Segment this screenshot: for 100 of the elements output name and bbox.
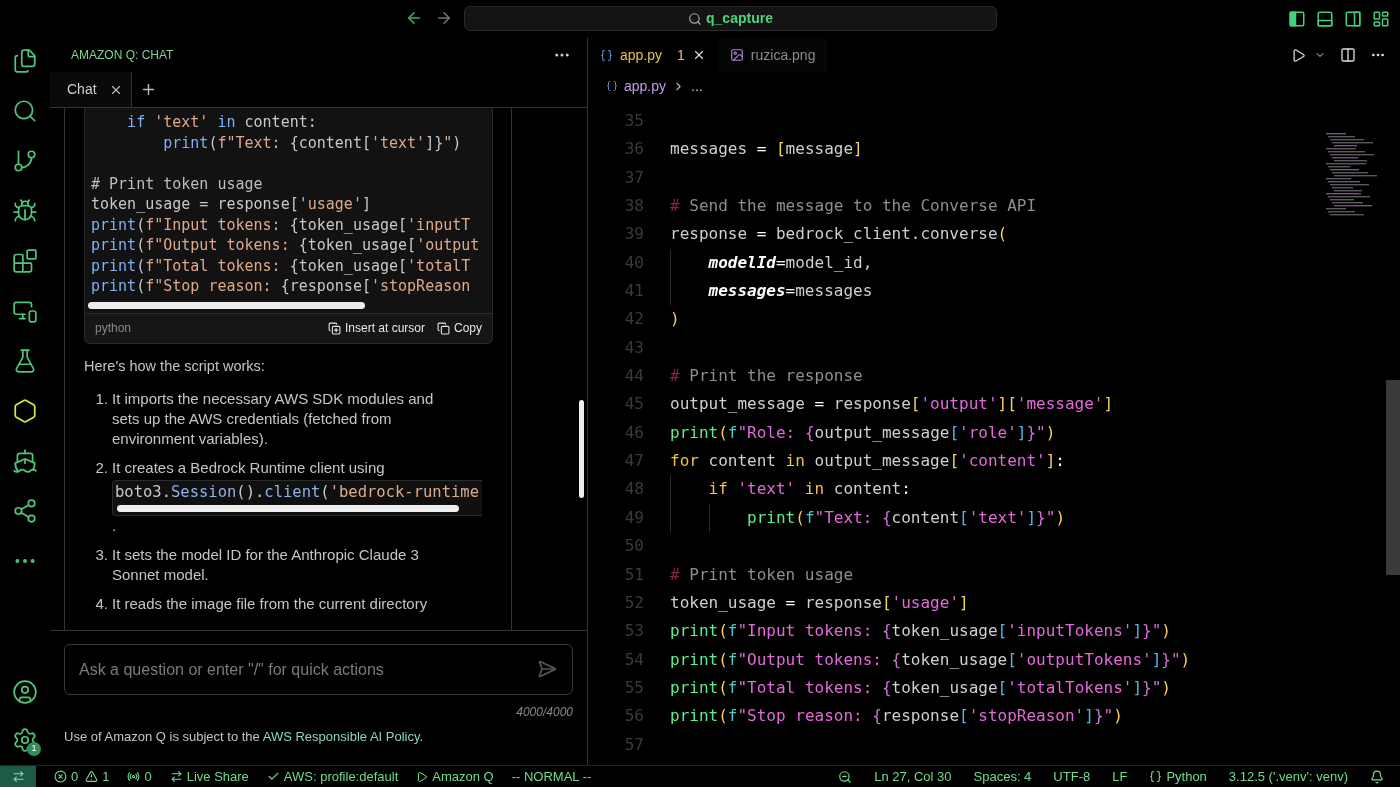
forward-icon[interactable] [435,9,453,27]
error-icon [54,770,67,783]
chat-tab[interactable]: Chat [50,72,132,107]
code-line: print(f"Text: {content['text']}") [162,132,462,153]
line-number: 56 [623,705,644,728]
notification-badge: 1 [27,742,41,756]
error-count: 0 [71,767,79,786]
line-number: 35 [623,110,644,132]
code-line: # Print the response [670,365,863,388]
monitor-icon[interactable] [12,298,38,324]
language-status[interactable]: Python [1149,766,1207,787]
line-number: 55 [623,676,644,699]
branch-icon[interactable] [12,148,38,174]
step-number: 3. [94,545,108,566]
line-number: 46 [623,421,644,444]
code-line: if 'text' in content: [126,112,317,133]
code-line: # Send the message to the Converse API [670,195,1037,218]
status-item[interactable]: 3.12.5 ('.venv': venv) [1228,766,1348,787]
editor-tab[interactable]: ruzica.png [717,38,828,72]
play-icon [416,770,429,783]
step-text: . [112,516,118,537]
step-text: It sets the model ID for the Anthropic Claude 3 Sonnet model. [112,545,420,586]
share-icon[interactable] [12,498,38,524]
blocks-icon[interactable] [12,248,38,274]
settings-icon[interactable] [12,727,38,753]
status-item[interactable]: -- NORMAL -- [511,766,592,787]
code-line: token_usage = response['usage'] [670,591,969,614]
step-text: It imports the necessary AWS SDK modules and sets up the AWS credentials (fetched from environment variables). [112,389,435,450]
code-line: # Print token usage [670,563,854,586]
language-label: python [95,320,132,337]
breadcrumb-item[interactable]: ... [691,75,703,97]
status-item[interactable]: Spaces: 4 [973,766,1032,787]
split-editor-icon[interactable] [1340,47,1356,63]
profile-status[interactable]: AWS: profile:default [266,766,399,787]
chat-text: Here's how the script works: [84,356,266,376]
ship-icon[interactable] [12,448,38,474]
character-counter: 4000/4000 [516,704,573,721]
line-number: 39 [623,223,644,246]
zoom-icon[interactable] [838,769,853,784]
insert-button[interactable]: Insert at cursor [327,319,425,337]
hexagon-icon[interactable] [12,398,38,424]
scrollbar[interactable] [1386,380,1400,575]
arrows-icon [169,770,183,783]
status-label: 0 [144,767,152,786]
account-icon[interactable] [12,679,38,705]
code-line: print(f"Text: {content['text']}") [670,503,1066,533]
remote-icon [11,770,25,783]
breadcrumb-item[interactable]: app.py [624,75,667,97]
status-item[interactable]: LF [1112,766,1128,787]
inline-code: boto3.Session().client('bedrock-runtime [112,480,482,517]
panel-layout-icon[interactable] [1316,10,1334,28]
policy-link[interactable]: AWS Responsible AI Policy [262,729,420,744]
ports-status[interactable]: 0 [127,766,152,787]
copy-button[interactable]: Copy [437,319,482,337]
bell-icon[interactable] [1370,769,1384,784]
live-share-status[interactable]: Live Share [169,766,249,787]
step-number: 1. [94,389,108,410]
status-item[interactable]: Ln 27, Col 30 [874,766,952,787]
code-line: print(f"Output tokens: {token_usage['outputTokens']}") [670,648,1191,671]
scrollbar[interactable] [88,301,365,309]
code-line: for content in output_message['content']: [670,450,1065,473]
step-text: It reads the image file from the current directory [112,594,429,615]
code-line: print(f"Role: {output_message['role']}") [670,421,1056,444]
panel-layout-icon[interactable] [1344,10,1362,28]
line-number: 54 [623,648,644,671]
layout-icon[interactable] [1372,10,1390,28]
line-number: 50 [623,535,644,558]
panel-title: AMAZON Q: CHAT [71,47,174,64]
code-line: print(f"Total tokens: {token_usage['totalT [91,255,471,276]
line-number: 42 [623,308,644,331]
code-line: token_usage = response['usage'] [91,194,371,215]
send-icon[interactable] [537,659,557,679]
files-icon[interactable] [12,48,38,74]
back-icon[interactable] [405,9,423,27]
search-icon[interactable] [12,98,38,124]
line-number: 44 [623,365,644,388]
copy-icon [437,321,450,335]
chat-input-field[interactable]: Ask a question or enter "/" for quick actions [64,644,573,695]
code-line: print(f"Stop reason: {response['stopReason [91,276,471,297]
bug-icon[interactable] [12,198,38,224]
run-icon[interactable] [1291,47,1306,63]
command-search-field[interactable]: q_capture [464,6,997,31]
policy-notice: Use of Amazon Q is subject to the AWS Responsible AI Policy. [64,728,425,746]
check-icon [266,770,280,783]
remote-button[interactable] [0,765,36,787]
problems-status[interactable]: 0 1 [54,766,110,787]
assistant-status[interactable]: Amazon Q [416,766,494,787]
line-number: 37 [623,166,644,189]
line-number: 36 [623,138,644,161]
status-label: Amazon Q [432,767,494,786]
status-label: Python [1166,767,1207,786]
search-icon [688,11,703,26]
scrollbar[interactable] [579,400,584,498]
code-line: messages=messages [670,277,873,306]
status-label: AWS: profile:default [283,767,399,786]
panel-layout-icon[interactable] [1288,10,1306,28]
status-item[interactable]: UTF-8 [1053,766,1091,787]
code-line: if 'text' in content: [670,475,911,504]
line-number: 45 [623,393,644,416]
line-number: 49 [623,506,644,529]
